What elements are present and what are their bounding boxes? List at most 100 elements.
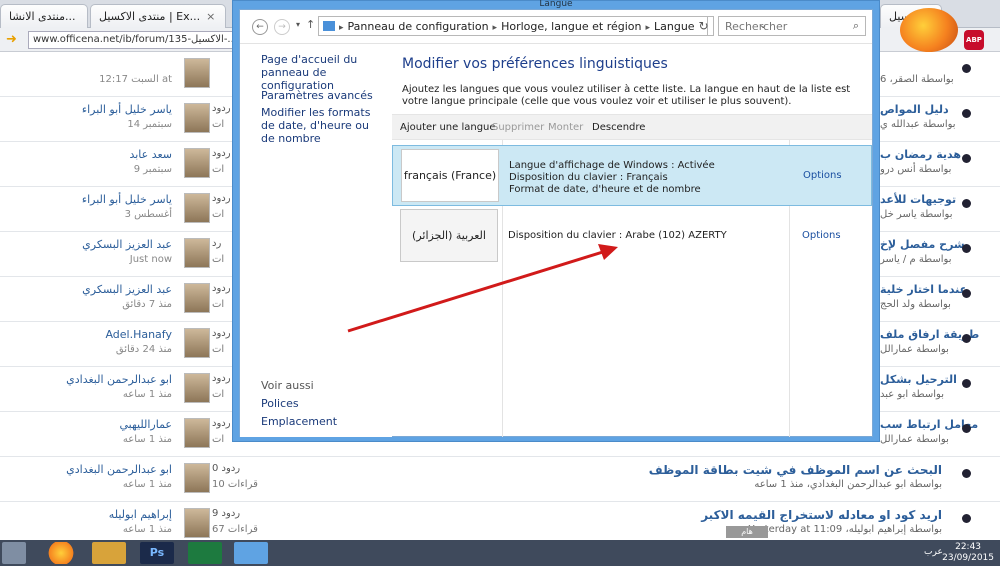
last-poster-name[interactable]: ياسر خليل أبو البراء <box>82 103 172 116</box>
language-toolbar: Ajouter une langue Supprimer Monter Desc… <box>392 114 872 140</box>
sidebar-link-advanced[interactable]: Paramètres avancés <box>261 89 386 102</box>
refresh-icon[interactable]: ↻ <box>694 16 714 36</box>
window-title: Langue <box>539 0 573 9</box>
remove-button[interactable]: Supprimer <box>492 122 544 133</box>
last-poster-name[interactable]: سعد عابد <box>129 148 172 161</box>
adblock-icon[interactable]: ABP <box>964 30 984 50</box>
breadcrumb-item[interactable]: Langue <box>654 20 695 33</box>
tab-label: منتدى الانشا... <box>9 10 76 23</box>
language-detail-line: Format de date, d'heure et de nombre <box>509 184 701 195</box>
avatar[interactable] <box>184 418 210 448</box>
language-row-french[interactable]: français (France) Langue d'affichage de … <box>392 145 872 206</box>
excel-taskbar-icon[interactable] <box>188 542 222 564</box>
control-panel-icon <box>323 21 335 31</box>
start-icon[interactable] <box>2 542 26 564</box>
language-row-arabic[interactable]: العربية (الجزائر) Disposition du clavier… <box>392 206 872 267</box>
sidebar-link-fonts[interactable]: Polices <box>261 397 299 410</box>
last-poster-name[interactable]: عبد العزيز البسكري <box>82 283 172 296</box>
search-icon[interactable]: ⌕ <box>853 19 859 33</box>
avatar[interactable] <box>184 193 210 223</box>
search-input[interactable]: Rechercher ⌕ <box>718 16 866 36</box>
topic-meta: بواسطة إبراهيم ابوليله، Yesterday at 11:… <box>748 524 942 535</box>
view-count: ات <box>212 434 225 445</box>
topic-title[interactable]: هدية رمضان ب <box>880 148 961 161</box>
breadcrumb-separator-icon: ▸ <box>492 23 498 33</box>
sidebar-link-home[interactable]: Page d'accueil du panneau de configurati… <box>261 53 386 92</box>
breadcrumb-item[interactable]: Horloge, langue et région <box>501 20 641 33</box>
taskbar: Ps عرب 22:43 23/09/2015 <box>0 540 1000 566</box>
add-language-button[interactable]: Ajouter une langue <box>400 122 496 133</box>
reply-count: ردود <box>212 283 231 294</box>
firefox-menu-icon[interactable]: ➜ <box>6 32 17 47</box>
topic-tag[interactable]: هام <box>726 526 768 538</box>
topic-status-icon <box>962 469 971 478</box>
avatar[interactable] <box>184 103 210 133</box>
last-poster-name[interactable]: Adel.Hanafy <box>105 328 172 341</box>
input-language-indicator[interactable]: عرب <box>924 547 943 557</box>
avatar[interactable] <box>184 508 210 538</box>
url-bar[interactable]: www.officena.net/ib/forum/135-الاكسيل-..… <box>28 31 238 49</box>
topic-status-icon <box>962 334 971 343</box>
topic-meta: بواسطة ابو عبدالرحمن البغدادي، منذ 1 ساع… <box>754 479 942 490</box>
last-poster-name[interactable]: عمارالليهبي <box>119 418 172 431</box>
avatar[interactable] <box>184 58 210 88</box>
topic-title[interactable]: اريد كود او معادله لاستخراج القيمه الاكب… <box>701 508 942 522</box>
up-arrow-icon[interactable]: ↑ <box>306 18 315 31</box>
topic-title[interactable]: شرح مفصل لإخ <box>880 238 965 251</box>
avatar[interactable] <box>184 373 210 403</box>
last-poster-name[interactable]: ياسر خليل أبو البراء <box>82 193 172 206</box>
last-poster-name[interactable]: ابو عبدالرحمن البغدادي <box>66 463 172 476</box>
avatar[interactable] <box>184 328 210 358</box>
topic-meta: بواسطة أنس درو <box>880 164 952 175</box>
avatar[interactable] <box>184 148 210 178</box>
view-count: ات <box>212 254 225 265</box>
avatar[interactable] <box>184 283 210 313</box>
topic-title[interactable]: دليل المواص <box>880 103 949 116</box>
topic-title[interactable]: الترحيل بشكل <box>880 373 957 386</box>
last-post-time: السبت 12:17 at <box>99 74 172 85</box>
reply-count: 9 ردود <box>212 508 241 519</box>
options-link[interactable]: Options <box>802 230 841 241</box>
reply-count: ردود <box>212 418 231 429</box>
topic-status-icon <box>962 514 971 523</box>
breadcrumb[interactable]: ▸ Panneau de configuration ▸ Horloge, langu… <box>318 16 767 36</box>
language-details: Langue d'affichage de Windows : Activée … <box>509 160 715 196</box>
topic-status-icon <box>962 199 971 208</box>
forward-icon[interactable]: → <box>274 19 290 35</box>
reply-count: ردود <box>212 328 231 339</box>
avatar[interactable] <box>184 238 210 268</box>
move-up-button[interactable]: Monter <box>548 122 583 133</box>
browser-tab[interactable]: منتدى الانشا... <box>0 4 88 28</box>
last-post-time: منذ 24 دقائق <box>115 344 172 355</box>
firefox-taskbar-icon[interactable] <box>44 542 78 564</box>
topic-title[interactable]: توجيهات للأعد <box>880 193 956 206</box>
avatar[interactable] <box>184 463 210 493</box>
clock[interactable]: 22:43 23/09/2015 <box>942 542 994 564</box>
sidebar-link-formats[interactable]: Modifier les formats de date, d'heure ou… <box>261 106 386 145</box>
topic-title[interactable]: عندما اختار خلية <box>880 283 967 296</box>
topic-title[interactable]: البحث عن اسم الموظف في شيت بطاقة الموظف <box>649 463 942 477</box>
photoshop-taskbar-icon[interactable]: Ps <box>140 542 174 564</box>
forum-topic-row[interactable]: ابو عبدالرحمن البغدادي منذ 1 ساعه 0 ردود 10… <box>0 457 1000 502</box>
move-down-button[interactable]: Descendre <box>592 122 645 133</box>
topic-meta: بواسطة ياسر خل <box>880 209 953 220</box>
back-icon[interactable]: ← <box>252 19 268 35</box>
breadcrumb-item[interactable]: Panneau de configuration <box>348 20 489 33</box>
recent-pages-icon[interactable]: ▾ <box>296 20 300 29</box>
window-content: ← → ▾ ↑ ▸ Panneau de configuration ▸ Horlog… <box>239 9 873 437</box>
sidebar-link-location[interactable]: Emplacement <box>261 415 337 428</box>
reply-count: رد <box>212 238 222 249</box>
app-taskbar-icon[interactable] <box>92 542 126 564</box>
view-count: 67 قراءات <box>212 524 258 535</box>
last-poster-name[interactable]: عبد العزيز البسكري <box>82 238 172 251</box>
reply-count: ردود <box>212 373 231 384</box>
close-icon[interactable]: × <box>206 10 215 23</box>
language-detail-line: Langue d'affichage de Windows : Activée <box>509 160 715 171</box>
last-poster-name[interactable]: ابو عبدالرحمن البغدادي <box>66 373 172 386</box>
last-poster-name[interactable]: إبراهيم ابوليله <box>109 508 172 521</box>
options-link[interactable]: Options <box>803 170 842 181</box>
control-panel-taskbar-icon[interactable] <box>234 542 268 564</box>
last-post-time: منذ 1 ساعه <box>122 479 172 490</box>
tab-label: منتدى الاكسيل | Ex... <box>99 10 201 23</box>
browser-tab-active[interactable]: منتدى الاكسيل | Ex... × <box>90 4 226 28</box>
